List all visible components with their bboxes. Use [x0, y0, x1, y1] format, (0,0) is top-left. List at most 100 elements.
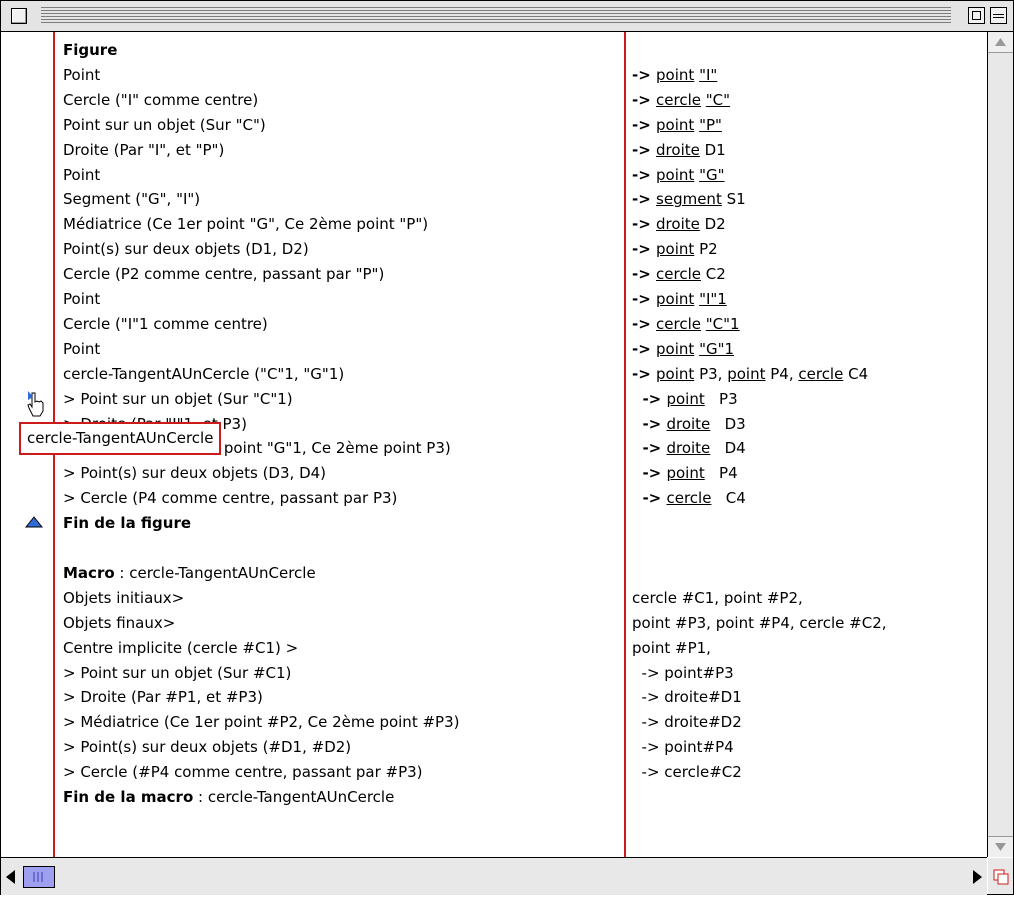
figure-line[interactable]: > Point(s) sur deux objets (D3, D4) — [63, 462, 326, 484]
scroll-right-arrow-icon[interactable] — [967, 866, 987, 888]
title-bar[interactable] — [1, 1, 1013, 32]
collapse-box[interactable] — [990, 7, 1007, 24]
object-link[interactable]: point — [656, 290, 694, 308]
figure-line[interactable]: > Médiatrice (Ce 1er point #P2, Ce 2ème … — [63, 711, 459, 733]
arrow-text: -> — [632, 190, 657, 208]
figure-line[interactable]: > Point(s) sur deux objets (#D1, #D2) — [63, 736, 351, 758]
scroll-down-arrow-icon[interactable] — [988, 836, 1013, 857]
object-link[interactable]: "I" — [699, 66, 717, 84]
scroll-left-arrow-icon[interactable] — [1, 866, 21, 888]
result-line[interactable]: -> point "G"1 — [632, 338, 734, 360]
result-line[interactable]: -> droite#D2 — [632, 711, 742, 733]
figure-line[interactable]: Cercle ("I"1 comme centre) — [63, 313, 268, 335]
figure-line[interactable]: Point — [63, 64, 100, 86]
result-line[interactable]: -> point "P" — [632, 114, 722, 136]
result-line[interactable]: -> cercle "C" — [632, 89, 730, 111]
result-line[interactable]: -> point P3 — [632, 388, 737, 410]
figure-line[interactable]: Point — [63, 288, 100, 310]
zoom-box[interactable] — [968, 7, 985, 24]
result-line[interactable]: -> point#P3 — [632, 662, 734, 684]
figure-line[interactable]: Segment ("G", "I") — [63, 188, 200, 210]
figure-line[interactable]: > Point sur un objet (Sur #C1) — [63, 662, 291, 684]
object-link[interactable]: cercle — [656, 265, 701, 283]
figure-line[interactable]: > Cercle (P4 comme centre, passant par P… — [63, 487, 397, 509]
arrow-text: -> — [632, 439, 667, 457]
result-line[interactable]: -> point "I"1 — [632, 288, 727, 310]
figure-line[interactable]: Point(s) sur deux objets (D1, D2) — [63, 238, 309, 260]
horizontal-scrollbar[interactable] — [1, 857, 987, 895]
object-name: D4 — [710, 439, 746, 457]
vertical-scrollbar[interactable] — [987, 32, 1013, 857]
figure-line[interactable]: Cercle ("I" comme centre) — [63, 89, 258, 111]
figure-line[interactable]: Droite (Par "I", et "P") — [63, 139, 224, 161]
result-line[interactable]: -> cercle C4 — [632, 487, 745, 509]
result-line[interactable]: -> cercle#C2 — [632, 761, 742, 783]
object-link[interactable]: point — [727, 365, 765, 383]
object-link[interactable]: "P" — [699, 116, 722, 134]
object-link[interactable]: point — [666, 390, 704, 408]
result-line[interactable]: -> segment S1 — [632, 188, 746, 210]
figure-line[interactable]: > Cercle (#P4 comme centre, passant par … — [63, 761, 423, 783]
object-link[interactable]: "C"1 — [706, 315, 740, 333]
object-link[interactable]: cercle — [656, 315, 701, 333]
result-line[interactable]: -> droite D3 — [632, 413, 745, 435]
figure-line[interactable]: Objets initiaux> — [63, 587, 184, 609]
object-link[interactable]: point — [656, 240, 694, 258]
figure-line[interactable]: Point — [63, 338, 100, 360]
object-link[interactable]: point — [656, 66, 694, 84]
object-name: D1 — [699, 141, 726, 159]
result-line[interactable]: point #P1, — [632, 637, 711, 659]
figure-line[interactable]: Figure — [63, 39, 117, 61]
object-link[interactable]: droite — [656, 215, 700, 233]
object-link[interactable]: point — [656, 166, 694, 184]
object-link[interactable]: cercle — [656, 91, 701, 109]
figure-line[interactable]: Point — [63, 164, 100, 186]
result-line[interactable]: -> point "I" — [632, 64, 717, 86]
object-link[interactable]: "I"1 — [699, 290, 727, 308]
result-line[interactable]: -> point "G" — [632, 164, 725, 186]
result-line[interactable]: -> cercle C2 — [632, 263, 726, 285]
section-label: Macro — [63, 564, 115, 582]
object-link[interactable]: "G"1 — [699, 340, 734, 358]
result-line[interactable]: -> point#P4 — [632, 736, 734, 758]
figure-line[interactable]: > Droite (Par #P1, et #P3) — [63, 686, 263, 708]
figure-line[interactable]: Macro : cercle-TangentAUnCercle — [63, 562, 316, 584]
result-line[interactable]: -> cercle "C"1 — [632, 313, 740, 335]
object-link[interactable]: "C" — [706, 91, 730, 109]
figure-line[interactable]: Cercle (P2 comme centre, passant par "P"… — [63, 263, 384, 285]
figure-line[interactable]: Médiatrice (Ce 1er point "G", Ce 2ème po… — [63, 213, 428, 235]
result-line[interactable]: cercle #C1, point #P2, — [632, 587, 803, 609]
result-line[interactable]: point #P3, point #P4, cercle #C2, — [632, 612, 887, 634]
figure-line[interactable]: Fin de la macro : cercle-TangentAUnCercl… — [63, 786, 394, 808]
object-link[interactable]: cercle — [666, 489, 711, 507]
scroll-up-arrow-icon[interactable] — [988, 32, 1013, 53]
object-link[interactable]: cercle — [798, 365, 843, 383]
result-line[interactable]: -> droite#D1 — [632, 686, 742, 708]
object-link[interactable]: point — [666, 464, 704, 482]
result-line[interactable]: -> point P4 — [632, 462, 737, 484]
grow-box-icon[interactable] — [988, 858, 1013, 894]
result-line[interactable]: -> point P3, point P4, cercle C4 — [632, 363, 868, 385]
result-line[interactable]: -> droite D2 — [632, 213, 726, 235]
close-box[interactable] — [11, 8, 27, 24]
result-line[interactable]: -> droite D4 — [632, 437, 746, 459]
object-link[interactable]: point — [656, 116, 694, 134]
object-link[interactable]: point — [656, 365, 694, 383]
figure-line[interactable]: > Point sur un objet (Sur "C"1) — [63, 388, 293, 410]
object-link[interactable]: droite — [666, 415, 710, 433]
arrow-text: -> — [632, 464, 667, 482]
figure-line[interactable]: Objets finaux> — [63, 612, 175, 634]
figure-line[interactable]: Point sur un objet (Sur "C") — [63, 114, 266, 136]
object-link[interactable]: "G" — [699, 166, 724, 184]
result-line[interactable]: -> point P2 — [632, 238, 718, 260]
figure-line[interactable]: cercle-TangentAUnCercle ("C"1, "G"1) — [63, 363, 344, 385]
figure-line[interactable]: Centre implicite (cercle #C1) > — [63, 637, 298, 659]
scroll-thumb[interactable] — [23, 866, 55, 888]
arrow-text: -> — [632, 240, 657, 258]
result-line[interactable]: -> droite D1 — [632, 139, 726, 161]
object-link[interactable]: droite — [656, 141, 700, 159]
object-link[interactable]: point — [656, 340, 694, 358]
object-link[interactable]: droite — [666, 439, 710, 457]
figure-line[interactable]: Fin de la figure — [63, 512, 191, 534]
object-link[interactable]: segment — [656, 190, 722, 208]
